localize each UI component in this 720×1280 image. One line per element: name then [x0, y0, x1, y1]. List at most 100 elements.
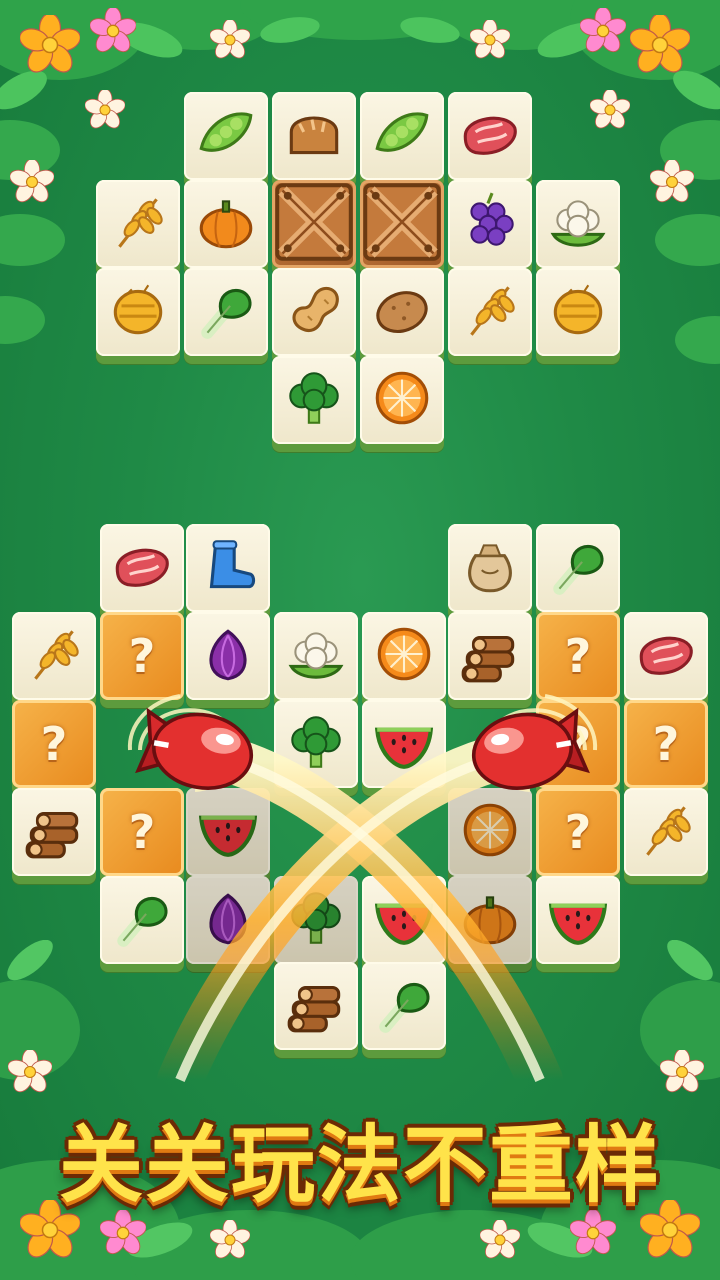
tile-mystery[interactable]: ? — [100, 612, 184, 700]
tile-meat[interactable] — [624, 612, 708, 700]
boot-icon — [195, 533, 261, 603]
flower-icon — [20, 15, 80, 73]
tile-pumpkin[interactable] — [448, 876, 532, 964]
rocket-right-powerup[interactable] — [455, 690, 605, 810]
orange-icon — [371, 621, 437, 691]
tile-mystery[interactable]: ? — [624, 700, 708, 788]
tile-wheat[interactable] — [624, 788, 708, 876]
tile-boot[interactable] — [186, 524, 270, 612]
tile-wheat[interactable] — [12, 612, 96, 700]
question-mark-icon: ? — [128, 805, 156, 859]
tile-meat[interactable] — [100, 524, 184, 612]
tile-watermelon[interactable] — [362, 876, 446, 964]
flower-icon — [10, 160, 54, 203]
tile-bokchoy[interactable] — [362, 962, 446, 1050]
tile-broccoli[interactable] — [272, 356, 356, 444]
flower-icon — [590, 90, 630, 129]
tile-broccoli[interactable] — [274, 876, 358, 964]
tile-pumpkin[interactable] — [184, 180, 268, 268]
tile-peanut[interactable] — [272, 268, 356, 356]
meat-icon — [109, 533, 175, 603]
peas-icon — [369, 101, 435, 171]
tile-orange[interactable] — [362, 612, 446, 700]
logs-icon — [21, 797, 87, 867]
meat-icon — [457, 101, 523, 171]
tile-wheat[interactable] — [448, 268, 532, 356]
tile-bread[interactable] — [272, 92, 356, 180]
wheat-icon — [21, 621, 87, 691]
bokchoy-icon — [371, 971, 437, 1041]
tile-cauliflower[interactable] — [274, 612, 358, 700]
tile-logs[interactable] — [12, 788, 96, 876]
potato-icon — [369, 277, 435, 347]
tile-peas[interactable] — [360, 92, 444, 180]
wheat-icon — [633, 797, 699, 867]
flower-icon — [480, 1220, 520, 1259]
flower-icon — [90, 8, 136, 53]
flower-icon — [660, 1050, 704, 1093]
flower-icon — [210, 1220, 250, 1259]
watermelon-icon — [371, 885, 437, 955]
flower-icon — [580, 8, 626, 53]
wheat-icon — [105, 189, 171, 259]
bread-icon — [281, 101, 347, 171]
question-mark-icon: ? — [652, 717, 680, 771]
tile-watermelon[interactable] — [536, 876, 620, 964]
meat-icon — [633, 621, 699, 691]
flower-icon — [85, 90, 125, 129]
question-mark-icon: ? — [40, 717, 68, 771]
tile-logs[interactable] — [274, 962, 358, 1050]
tile-sack[interactable] — [448, 524, 532, 612]
tile-hay[interactable] — [536, 268, 620, 356]
grapes-icon — [457, 189, 523, 259]
tile-onion[interactable] — [186, 612, 270, 700]
tile-bokchoy[interactable] — [184, 268, 268, 356]
flower-icon — [470, 20, 510, 59]
game-board: ??????? 关关玩法不重样 — [0, 0, 720, 1280]
tile-grapes[interactable] — [448, 180, 532, 268]
sack-icon — [457, 533, 523, 603]
peas-icon — [193, 101, 259, 171]
watermelon-icon — [371, 709, 437, 779]
tile-orange[interactable] — [360, 356, 444, 444]
tile-potato[interactable] — [360, 268, 444, 356]
flower-icon — [8, 1050, 52, 1093]
tile-meat[interactable] — [448, 92, 532, 180]
rocket-left-powerup[interactable] — [120, 690, 270, 810]
tile-mystery[interactable]: ? — [536, 612, 620, 700]
rocket-left-icon — [122, 690, 268, 815]
crate-icon — [272, 178, 356, 270]
cauliflower-icon — [545, 189, 611, 259]
tile-logs[interactable] — [448, 612, 532, 700]
onion-icon — [195, 621, 261, 691]
bokchoy-icon — [545, 533, 611, 603]
tile-wheat[interactable] — [96, 180, 180, 268]
question-mark-icon: ? — [564, 629, 592, 683]
flower-icon — [630, 15, 690, 73]
bokchoy-icon — [109, 885, 175, 955]
tile-broccoli[interactable] — [274, 700, 358, 788]
pumpkin-icon — [193, 189, 259, 259]
hay-icon — [105, 277, 171, 347]
broccoli-icon — [283, 709, 349, 779]
tile-mystery[interactable]: ? — [12, 700, 96, 788]
tile-bokchoy[interactable] — [100, 876, 184, 964]
tile-onion[interactable] — [186, 876, 270, 964]
crate-icon — [360, 178, 444, 270]
orange-icon — [369, 365, 435, 435]
tile-hay[interactable] — [96, 268, 180, 356]
cauliflower-icon — [283, 621, 349, 691]
tile-bokchoy[interactable] — [536, 524, 620, 612]
bokchoy-icon — [193, 277, 259, 347]
tile-cauliflower[interactable] — [536, 180, 620, 268]
watermelon-icon — [545, 885, 611, 955]
tile-crate[interactable] — [360, 180, 444, 268]
foliage-right-decoration — [655, 120, 720, 364]
flower-icon — [210, 20, 250, 59]
tile-watermelon[interactable] — [362, 700, 446, 788]
broccoli-icon — [281, 365, 347, 435]
tile-peas[interactable] — [184, 92, 268, 180]
logs-icon — [457, 621, 523, 691]
hay-icon — [545, 277, 611, 347]
tile-crate[interactable] — [272, 180, 356, 268]
